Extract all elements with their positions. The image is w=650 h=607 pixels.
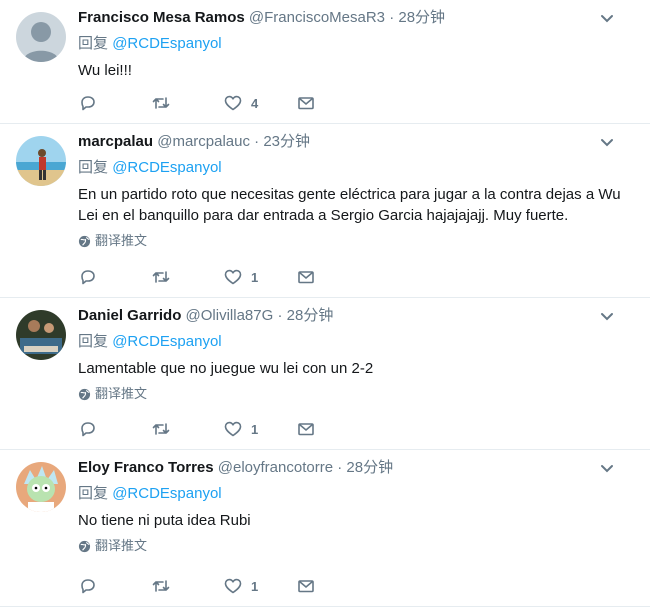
avatar[interactable]: [16, 310, 66, 360]
retweet-button[interactable]: [151, 576, 224, 596]
tweet-actions: 1: [78, 419, 368, 439]
chevron-down-icon[interactable]: [598, 308, 616, 326]
tweet[interactable]: Eloy Franco Torres @eloyfrancotorre · 28…: [0, 450, 650, 607]
dm-icon: [297, 97, 314, 110]
chevron-down-icon[interactable]: [598, 134, 616, 152]
user-handle[interactable]: @eloyfrancotorre: [218, 459, 333, 476]
like-count: 1: [251, 578, 259, 594]
tweet-text: En un partido roto que necesitas gente e…: [78, 186, 621, 224]
tweet-header: Eloy Franco Torres @eloyfrancotorre · 28…: [78, 458, 634, 478]
tweet[interactable]: Francisco Mesa Ramos @FranciscoMesaR3 · …: [0, 0, 650, 124]
retweet-icon: [152, 580, 169, 592]
reply-icon: [81, 270, 95, 285]
dm-icon: [297, 271, 314, 284]
globe-icon: [78, 388, 91, 400]
translate-label: 翻译推文: [95, 233, 148, 248]
chevron-down-icon[interactable]: [598, 460, 616, 478]
user-handle[interactable]: @FranciscoMesaR3: [249, 9, 385, 26]
reply-button[interactable]: [78, 576, 151, 596]
heart-icon: [224, 269, 242, 285]
tweet-actions: 4: [78, 93, 368, 113]
tweet[interactable]: marcpalau @marcpalauc · 23分钟 回复 @RCDEspa…: [0, 124, 650, 298]
tweet-actions: 1: [78, 267, 368, 287]
mention-link[interactable]: @RCDEspanyol: [112, 485, 221, 502]
dm-button[interactable]: [296, 419, 369, 439]
chevron-down-icon[interactable]: [598, 10, 616, 28]
retweet-icon: [152, 97, 169, 109]
dm-icon: [297, 580, 314, 593]
separator-dot: ·: [277, 307, 283, 324]
avatar[interactable]: [16, 462, 66, 512]
retweet-button[interactable]: [151, 267, 224, 287]
dm-button[interactable]: [296, 576, 369, 596]
reply-button[interactable]: [78, 267, 151, 287]
tweet-text: Lamentable que no juegue wu lei con un 2…: [78, 360, 374, 377]
user-name[interactable]: marcpalau: [78, 133, 153, 150]
separator-dot: ·: [254, 133, 260, 150]
translate-link[interactable]: 翻译推文: [78, 385, 634, 403]
tweet-actions: 1: [78, 576, 368, 596]
retweet-button[interactable]: [151, 419, 224, 439]
like-count: 1: [251, 421, 259, 437]
retweet-icon: [152, 271, 169, 283]
mention-link[interactable]: @RCDEspanyol: [112, 159, 221, 176]
tweet-header: Daniel Garrido @Olivilla87G · 28分钟: [78, 306, 634, 326]
reply-icon: [81, 579, 95, 594]
tweet-header: Francisco Mesa Ramos @FranciscoMesaR3 · …: [78, 8, 634, 28]
user-handle[interactable]: @marcpalauc: [157, 133, 250, 150]
like-button[interactable]: 4: [223, 93, 296, 113]
timestamp[interactable]: 23分钟: [263, 133, 310, 150]
heart-icon: [224, 95, 242, 111]
reply-context: 回复 @RCDEspanyol: [78, 158, 634, 178]
separator-dot: ·: [389, 9, 395, 26]
tweet[interactable]: Daniel Garrido @Olivilla87G · 28分钟 回复 @R…: [0, 298, 650, 450]
translate-link[interactable]: 翻译推文: [78, 537, 634, 555]
dm-button[interactable]: [296, 267, 369, 287]
mention-link[interactable]: @RCDEspanyol: [112, 333, 221, 350]
user-name[interactable]: Francisco Mesa Ramos: [78, 9, 245, 26]
like-button[interactable]: 1: [223, 419, 296, 439]
globe-icon: [78, 540, 91, 552]
reply-icon: [81, 96, 95, 111]
globe-icon: [78, 235, 91, 247]
dm-button[interactable]: [296, 93, 369, 113]
avatar[interactable]: [16, 136, 66, 186]
translate-label: 翻译推文: [95, 538, 148, 553]
tweet-text: Wu lei!!!: [78, 62, 132, 79]
like-button[interactable]: 1: [223, 576, 296, 596]
mention-link[interactable]: @RCDEspanyol: [112, 35, 221, 52]
reply-context: 回复 @RCDEspanyol: [78, 484, 634, 504]
like-button[interactable]: 1: [223, 267, 296, 287]
user-handle[interactable]: @Olivilla87G: [186, 307, 274, 324]
reply-button[interactable]: [78, 93, 151, 113]
reply-prefix: 回复: [78, 159, 109, 176]
reply-prefix: 回复: [78, 333, 109, 350]
translate-link[interactable]: 翻译推文: [78, 232, 634, 250]
retweet-button[interactable]: [151, 93, 224, 113]
like-count: 1: [251, 269, 259, 285]
avatar[interactable]: [16, 12, 66, 62]
dm-icon: [297, 423, 314, 436]
tweet-text: No tiene ni puta idea Rubi: [78, 512, 251, 529]
reply-context: 回复 @RCDEspanyol: [78, 332, 634, 352]
user-name[interactable]: Daniel Garrido: [78, 307, 181, 324]
translate-label: 翻译推文: [95, 386, 148, 401]
reply-context: 回复 @RCDEspanyol: [78, 34, 634, 54]
retweet-icon: [152, 423, 169, 435]
timestamp[interactable]: 28分钟: [398, 9, 445, 26]
tweet-header: marcpalau @marcpalauc · 23分钟: [78, 132, 634, 152]
reply-icon: [81, 422, 95, 437]
reply-button[interactable]: [78, 419, 151, 439]
separator-dot: ·: [337, 459, 343, 476]
heart-icon: [224, 578, 242, 594]
reply-prefix: 回复: [78, 35, 109, 52]
reply-prefix: 回复: [78, 485, 109, 502]
timestamp[interactable]: 28分钟: [287, 307, 334, 324]
like-count: 4: [251, 95, 259, 111]
heart-icon: [224, 421, 242, 437]
user-name[interactable]: Eloy Franco Torres: [78, 459, 214, 476]
timestamp[interactable]: 28分钟: [346, 459, 393, 476]
